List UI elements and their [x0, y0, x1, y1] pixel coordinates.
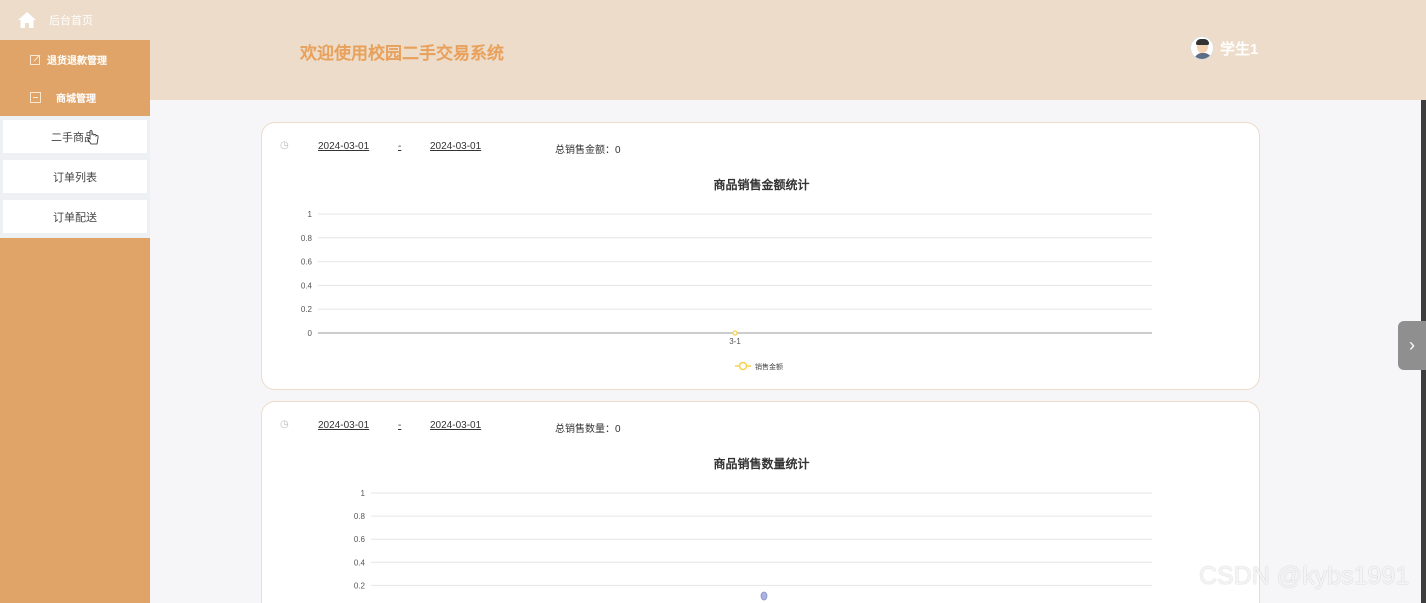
avatar	[1190, 36, 1214, 60]
home-icon	[18, 12, 36, 28]
sidebar-group-refund-label: 退货退款管理	[47, 55, 107, 67]
y-tick-label: 0.2	[354, 581, 366, 590]
y-tick-label: 1	[308, 210, 313, 219]
sidebar-group-mall-label: 商城管理	[56, 93, 96, 105]
sales-amount-card: ◷ 2024-03-01 - 2024-03-01 总销售金额：0 商品销售金额…	[261, 122, 1260, 390]
sidebar-item-order-delivery[interactable]: 订单配送	[3, 200, 147, 233]
y-tick-label: 0.2	[301, 305, 313, 314]
edit-icon	[30, 54, 41, 65]
sidebar-item-label: 订单配送	[53, 211, 97, 224]
user-menu[interactable]: 学生1	[1190, 36, 1258, 60]
sidebar-item-secondhand-goods[interactable]: 二手商品	[3, 120, 147, 153]
hand-cursor-icon	[87, 129, 99, 144]
sidebar-submenu: 二手商品 订单列表 订单配送	[0, 116, 150, 238]
x-tick-label: 3-1	[729, 337, 741, 346]
user-name: 学生1	[1220, 40, 1259, 58]
sidebar-item-home-label: 后台首页	[49, 15, 93, 27]
sidebar-item-home[interactable]: 后台首页	[0, 0, 150, 40]
data-point	[760, 591, 768, 601]
legend-label: 销售金额	[755, 362, 783, 371]
y-tick-label: 0.4	[301, 281, 313, 290]
chevron-right-icon: ›	[1409, 335, 1415, 355]
sidebar-group-refund[interactable]: 退货退款管理	[0, 40, 150, 78]
y-tick-label: 0.6	[354, 535, 366, 544]
legend-marker	[738, 361, 748, 371]
box-icon	[30, 91, 41, 103]
y-tick-label: 0	[308, 329, 313, 338]
sales-quantity-chart: 1 0.8 0.6 0.4 0.2	[354, 489, 1152, 601]
y-tick-label: 1	[361, 489, 366, 498]
page-title: 欢迎使用校园二手交易系统	[300, 44, 504, 63]
sales-quantity-card: ◷ 2024-03-01 - 2024-03-01 总销售数量：0 商品销售数量…	[261, 401, 1260, 603]
y-tick-label: 0.8	[354, 512, 366, 521]
y-tick-label: 0.8	[301, 234, 313, 243]
panel-toggle-button[interactable]: ›	[1398, 321, 1426, 370]
sidebar: 后台首页 退货退款管理 商城管理 二手商品 订单列表 订单配送	[0, 0, 150, 603]
sales-amount-chart: 1 0.8 0.6 0.4 0.2 0 3-1 销售金额	[301, 210, 1152, 371]
watermark: CSDN @kybs1991	[1199, 562, 1410, 590]
y-tick-label: 0.6	[301, 258, 313, 267]
top-header: 欢迎使用校园二手交易系统 学生1	[150, 0, 1426, 100]
sidebar-item-label: 订单列表	[53, 171, 97, 184]
sidebar-group-mall[interactable]: 商城管理	[0, 78, 150, 116]
sidebar-item-order-list[interactable]: 订单列表	[3, 160, 147, 193]
data-point	[732, 330, 738, 336]
y-tick-label: 0.4	[354, 558, 366, 567]
